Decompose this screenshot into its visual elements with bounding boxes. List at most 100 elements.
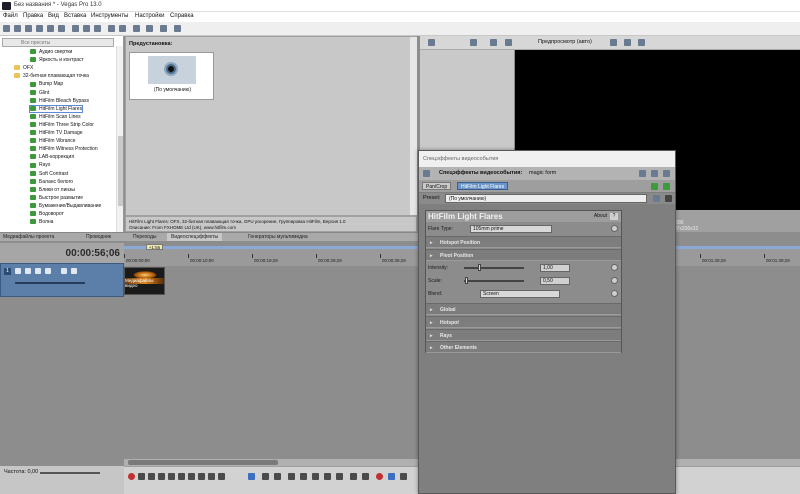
tree-scrollbar[interactable]	[116, 46, 123, 232]
scale-value[interactable]: 0,50	[540, 277, 570, 285]
redo-icon[interactable]	[119, 25, 126, 32]
track-level-slider[interactable]	[15, 282, 85, 284]
external-monitor-icon[interactable]	[490, 39, 497, 46]
section-hotspot-position[interactable]: Hotspot Position	[426, 236, 621, 249]
about-button[interactable]: About	[594, 213, 607, 219]
marker-icon[interactable]	[362, 473, 369, 480]
section-other-elements[interactable]: Other Elements	[426, 341, 621, 354]
preview-quality-dropdown[interactable]: Предпросмотр (авто)	[538, 39, 592, 45]
intensity-value[interactable]: 1,00	[540, 264, 570, 272]
split-icon[interactable]	[336, 473, 343, 480]
trim-icon[interactable]	[300, 473, 307, 480]
tree-item[interactable]: Баланс белого	[30, 179, 73, 185]
animate-clock-icon[interactable]	[611, 225, 618, 232]
flare-type-dropdown[interactable]: 105mm prime	[470, 225, 552, 233]
cut-icon[interactable]	[72, 25, 79, 32]
trim-start-icon[interactable]	[312, 473, 319, 480]
animate-clock-icon[interactable]	[611, 277, 618, 284]
cursor-marker[interactable]: +1:56	[146, 244, 163, 250]
undo-icon[interactable]	[108, 25, 115, 32]
preview-settings-icon[interactable]	[470, 39, 477, 46]
rate-slider[interactable]	[40, 472, 100, 474]
open-icon[interactable]	[14, 25, 21, 32]
trim-end-icon[interactable]	[324, 473, 331, 480]
plugin-chain-icon[interactable]	[651, 170, 658, 177]
move-left-icon[interactable]	[651, 183, 658, 190]
tree-item[interactable]: HitFilm TV Damage	[30, 130, 83, 136]
stop-icon[interactable]	[178, 473, 185, 480]
chain-hitfilm-light-flares[interactable]: HitFilm Light Flares	[457, 182, 509, 190]
track-fx-icon[interactable]	[35, 268, 41, 274]
tree-item[interactable]: Аудио свертки	[30, 49, 72, 55]
lock-icon[interactable]	[350, 473, 357, 480]
intensity-track[interactable]	[464, 267, 524, 269]
track-motion-icon[interactable]	[25, 268, 31, 274]
save-preset-icon[interactable]	[653, 195, 660, 202]
copy-icon[interactable]	[83, 25, 90, 32]
tree-item[interactable]: HitFilm Three Strip Color	[30, 122, 94, 128]
envelope-tool-icon[interactable]	[160, 25, 167, 32]
video-track-header[interactable]: 1	[0, 263, 124, 297]
render-icon[interactable]	[47, 25, 54, 32]
play-from-start-icon[interactable]	[148, 473, 155, 480]
preset-dropdown[interactable]: (По умолчанию)	[445, 194, 647, 203]
new-project-icon[interactable]	[3, 25, 10, 32]
copy-snapshot-icon[interactable]	[624, 39, 631, 46]
go-to-start-icon[interactable]	[188, 473, 195, 480]
normal-edit-tool-icon[interactable]	[248, 473, 255, 480]
delete-icon[interactable]	[288, 473, 295, 480]
section-pivot-position[interactable]: Pivot Position	[426, 249, 621, 262]
mute-icon[interactable]	[61, 268, 67, 274]
intensity-slider-knob[interactable]	[477, 264, 481, 271]
tab-media-generators[interactable]: Генераторы мультимедиа	[248, 234, 308, 240]
history-icon[interactable]	[133, 25, 140, 32]
tree-item[interactable]: Bump Map	[30, 81, 63, 87]
selection-tool-icon[interactable]	[174, 25, 181, 32]
tree-scroll-thumb[interactable]	[118, 136, 123, 206]
tree-item[interactable]: Блики от линзы	[30, 187, 75, 193]
tree-item[interactable]: Быстрое размытие	[30, 195, 83, 201]
tree-item[interactable]: Soft Contrast	[30, 171, 68, 177]
animate-clock-icon[interactable]	[611, 290, 618, 297]
save-icon[interactable]	[25, 25, 32, 32]
edit-tool-icon[interactable]	[146, 25, 153, 32]
section-global[interactable]: Global	[426, 303, 621, 316]
menu-view[interactable]: Вид	[48, 13, 59, 19]
envelope-edit-tool-icon[interactable]	[262, 473, 269, 480]
bypass-fx-icon[interactable]	[639, 170, 646, 177]
tree-item[interactable]: HitFilm Witness Protection	[30, 146, 98, 152]
menu-settings[interactable]: Настройки	[135, 13, 164, 19]
save-as-icon[interactable]	[36, 25, 43, 32]
preset-search-field[interactable]: Все пресеты	[2, 38, 114, 47]
menu-edit[interactable]: Правка	[23, 13, 43, 19]
properties-icon[interactable]	[58, 25, 65, 32]
composite-mode-icon[interactable]	[45, 268, 51, 274]
tree-item[interactable]: Glint	[30, 90, 49, 96]
track-collapse-icon[interactable]	[15, 268, 21, 274]
blend-dropdown[interactable]: Screen	[480, 290, 560, 298]
tree-item[interactable]: HitFilm Bleach Bypass	[30, 98, 89, 104]
move-right-icon[interactable]	[663, 183, 670, 190]
section-hotspot[interactable]: Hotspot	[426, 316, 621, 329]
scale-track[interactable]	[464, 280, 524, 282]
chain-pan-crop[interactable]: Pan/Crop	[422, 182, 452, 190]
timeline-scroll-thumb[interactable]	[128, 460, 278, 465]
auto-crossfade-icon[interactable]	[400, 473, 407, 480]
tab-explorer[interactable]: Проводник	[86, 234, 111, 240]
tab-project-media[interactable]: Медиафайлы проекта	[3, 234, 54, 240]
menu-insert[interactable]: Вставка	[64, 13, 86, 19]
menu-file[interactable]: Файл	[3, 13, 18, 19]
tree-item[interactable]: Волна	[30, 219, 53, 225]
go-to-end-icon[interactable]	[198, 473, 205, 480]
help-button[interactable]: ?	[610, 213, 618, 220]
tree-item[interactable]: HitFilm Vibrance	[30, 138, 76, 144]
menu-tools[interactable]: Инструменты	[91, 13, 128, 19]
split-screen-icon[interactable]	[505, 39, 512, 46]
tab-transitions[interactable]: Переходы	[133, 234, 156, 240]
tree-item[interactable]: Rays	[30, 162, 50, 168]
paste-icon[interactable]	[94, 25, 101, 32]
remove-plugin-icon[interactable]	[663, 170, 670, 177]
solo-icon[interactable]	[71, 268, 77, 274]
prev-frame-icon[interactable]	[208, 473, 215, 480]
loop-playback-icon[interactable]	[138, 473, 145, 480]
